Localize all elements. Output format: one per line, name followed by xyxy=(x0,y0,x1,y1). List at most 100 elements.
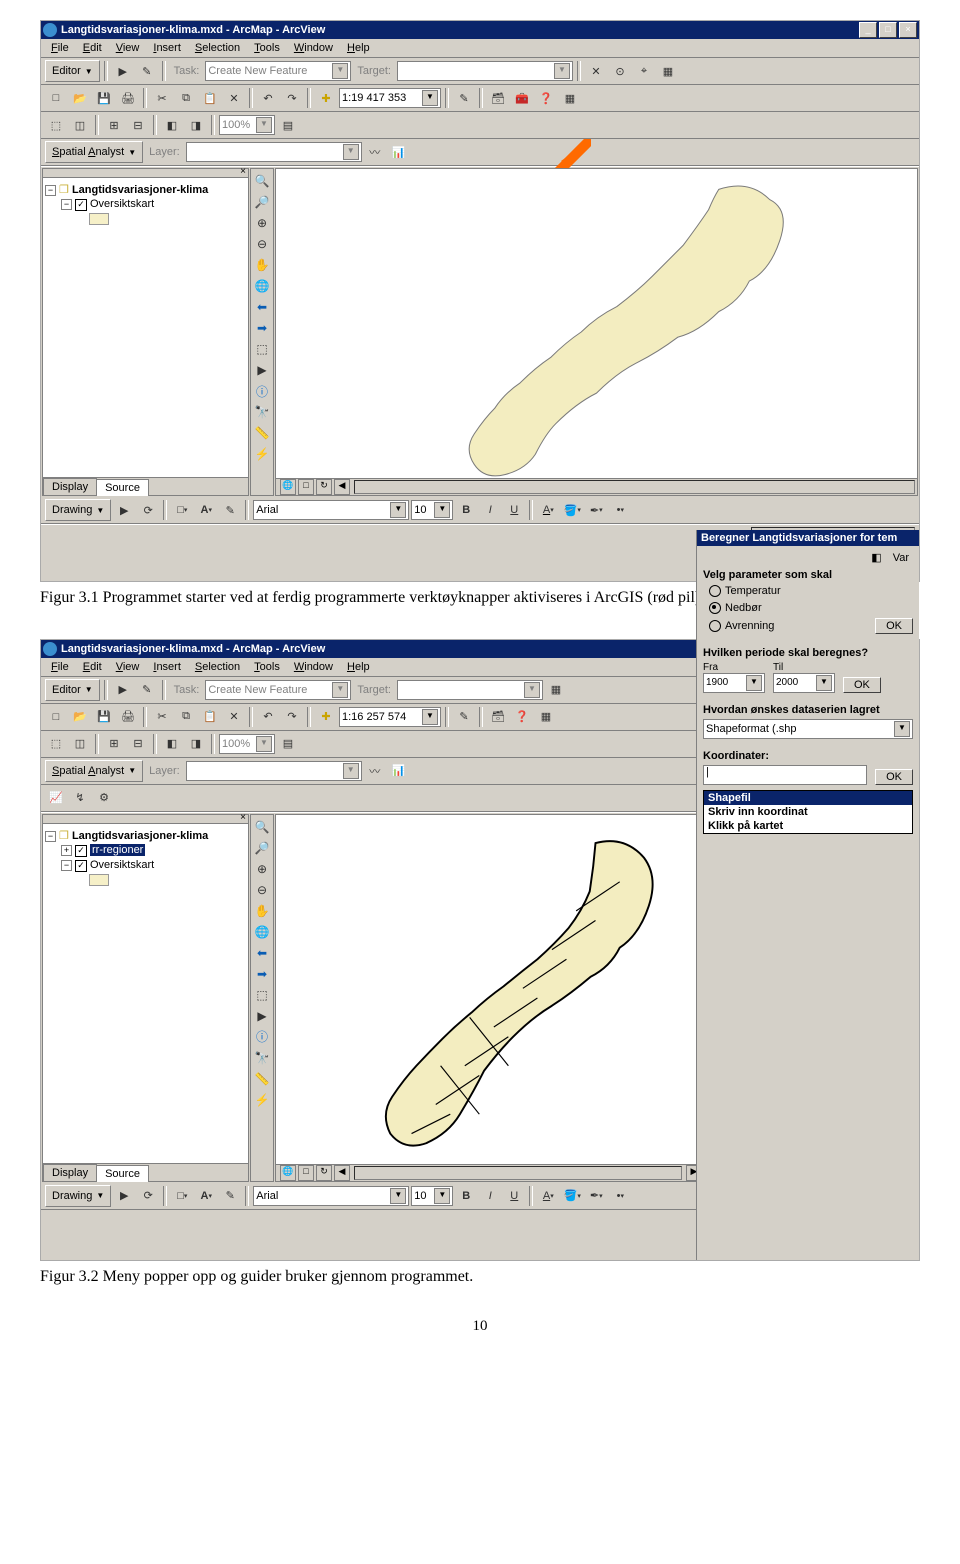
snap-icon[interactable]: ⌖ xyxy=(633,60,655,82)
save-icon[interactable]: 💾 xyxy=(93,87,115,109)
tree-collapse-icon[interactable]: − xyxy=(45,831,56,842)
measure-icon[interactable]: 📏 xyxy=(252,423,272,443)
bold-icon[interactable]: B xyxy=(455,499,477,521)
select-elements-icon[interactable]: ▶ xyxy=(252,1006,272,1026)
close-button[interactable]: × xyxy=(899,22,917,38)
find-icon[interactable]: 🔭 xyxy=(252,402,272,422)
editor-dropdown[interactable]: Editor▼ xyxy=(45,679,100,701)
map-view[interactable]: 🌐 □ ↻ ◀ ▶ xyxy=(275,814,703,1182)
h-scrollbar[interactable] xyxy=(354,480,915,494)
custom-tool2-icon[interactable]: ↯ xyxy=(69,787,91,809)
geo-btn5-icon[interactable]: ◧ xyxy=(161,733,183,755)
select-element-icon[interactable]: ▶ xyxy=(113,1185,135,1207)
new-icon[interactable]: □ xyxy=(45,87,67,109)
rotate-icon[interactable]: ⟳ xyxy=(137,1185,159,1207)
toggle-toc-icon[interactable]: ▤ xyxy=(277,733,299,755)
layer-checkbox[interactable]: ✓ xyxy=(75,199,87,211)
sa-tool2-icon[interactable]: 📊 xyxy=(388,760,410,782)
task-combo[interactable]: Create New Feature▼ xyxy=(205,680,351,700)
list-item-shapefil[interactable]: Shapefil xyxy=(704,791,912,805)
undo-icon[interactable]: ↶ xyxy=(257,706,279,728)
spatial-analyst-dropdown[interactable]: Spatial Analyst▼ xyxy=(45,760,143,782)
next-extent-icon[interactable]: ➡ xyxy=(252,318,272,338)
layout-view-icon[interactable]: □ xyxy=(298,479,314,495)
tree-collapse-icon[interactable]: − xyxy=(61,860,72,871)
hyperlink-icon[interactable]: ⚡ xyxy=(252,444,272,464)
layer-checkbox[interactable]: ✓ xyxy=(75,845,87,857)
geo-btn4-icon[interactable]: ⊟ xyxy=(127,114,149,136)
model-builder-icon[interactable]: ▦ xyxy=(559,87,581,109)
geo-btn1-icon[interactable]: ⬚ xyxy=(45,733,67,755)
menu-help[interactable]: Help xyxy=(341,660,376,674)
drawing-dropdown[interactable]: Drawing▼ xyxy=(45,499,111,521)
full-extent-icon[interactable]: 🌐 xyxy=(252,922,272,942)
tree-collapse-icon[interactable]: − xyxy=(45,185,56,196)
rectangle-icon[interactable]: □▾ xyxy=(171,499,193,521)
spatial-analyst-dropdown[interactable]: Spatial Analyst▼ xyxy=(45,141,143,163)
zoom-in-icon[interactable]: 🔍 xyxy=(252,171,272,191)
menu-insert[interactable]: Insert xyxy=(147,41,187,55)
sa-tool2-icon[interactable]: 📊 xyxy=(388,141,410,163)
menu-window[interactable]: Window xyxy=(288,41,339,55)
refresh-icon[interactable]: ↻ xyxy=(316,1165,332,1181)
map-view[interactable]: 🌐 □ ↻ ◀ xyxy=(275,168,918,496)
menu-file[interactable]: File xyxy=(45,41,75,55)
find-icon[interactable]: 🔭 xyxy=(252,1048,272,1068)
pause-drawing-icon[interactable]: ◀ xyxy=(334,479,350,495)
geo-btn5-icon[interactable]: ◧ xyxy=(161,114,183,136)
sa-tool1-icon[interactable]: 〰 xyxy=(364,760,386,782)
editor-toolbar-icon[interactable]: ✎ xyxy=(453,706,475,728)
target-combo[interactable]: ▼ xyxy=(397,61,573,81)
toc-layer-label[interactable]: Oversiktskart xyxy=(90,859,154,871)
scale-combo[interactable]: 1:19 417 353▼ xyxy=(339,88,441,108)
toggle-toc-icon[interactable]: ▤ xyxy=(277,114,299,136)
layer-combo[interactable]: ▼ xyxy=(186,761,362,781)
full-extent-icon[interactable]: 🌐 xyxy=(252,276,272,296)
font-size-combo[interactable]: 10▼ xyxy=(411,1186,453,1206)
drawing-dropdown[interactable]: Drawing▼ xyxy=(45,1185,111,1207)
italic-icon[interactable]: I xyxy=(479,499,501,521)
marker-color-icon[interactable]: •▾ xyxy=(609,499,631,521)
underline-icon[interactable]: U xyxy=(503,1185,525,1207)
fixed-zoom-in-icon[interactable]: ⊕ xyxy=(252,213,272,233)
edit-tool-arrow-icon[interactable]: ▶ xyxy=(112,679,134,701)
layer-checkbox[interactable]: ✓ xyxy=(75,860,87,872)
tab-source[interactable]: Source xyxy=(96,1165,149,1182)
line-color-icon[interactable]: ✒▾ xyxy=(585,1185,607,1207)
tree-collapse-icon[interactable]: − xyxy=(61,199,72,210)
target-combo[interactable]: ▼ xyxy=(397,680,543,700)
menu-window[interactable]: Window xyxy=(288,660,339,674)
dlg-btn1-icon[interactable]: ◧ xyxy=(867,552,885,564)
hyperlink-icon[interactable]: ⚡ xyxy=(252,1090,272,1110)
geo-btn2-icon[interactable]: ◫ xyxy=(69,114,91,136)
select-elements-icon[interactable]: ▶ xyxy=(252,360,272,380)
toc-close-icon[interactable]: × xyxy=(240,166,246,177)
font-color-icon[interactable]: A▾ xyxy=(537,1185,559,1207)
toc-layer-label[interactable]: Oversiktskart xyxy=(90,198,154,210)
undo-icon[interactable]: ↶ xyxy=(257,87,279,109)
print-icon[interactable]: 🖨 xyxy=(117,87,139,109)
fixed-zoom-out-icon[interactable]: ⊖ xyxy=(252,234,272,254)
tab-display[interactable]: Display xyxy=(43,478,97,495)
prev-extent-icon[interactable]: ⬅ xyxy=(252,943,272,963)
menu-view[interactable]: View xyxy=(110,660,146,674)
line-color-icon[interactable]: ✒▾ xyxy=(585,499,607,521)
zoom-in-icon[interactable]: 🔍 xyxy=(252,817,272,837)
zoom-out-icon[interactable]: 🔎 xyxy=(252,192,272,212)
data-view-icon[interactable]: 🌐 xyxy=(280,1165,296,1181)
identify-icon[interactable]: ⓘ xyxy=(252,1027,272,1047)
pan-icon[interactable]: ✋ xyxy=(252,901,272,921)
edit-tool-arrow-icon[interactable]: ▶ xyxy=(112,60,134,82)
geo-btn4-icon[interactable]: ⊟ xyxy=(127,733,149,755)
menu-file[interactable]: File xyxy=(45,660,75,674)
radio-avrenning[interactable]: Avrenning xyxy=(703,619,875,633)
rotate-icon[interactable]: ⟳ xyxy=(137,499,159,521)
geo-btn2-icon[interactable]: ◫ xyxy=(69,733,91,755)
format-combo[interactable]: Shapeformat (.shp▼ xyxy=(703,719,913,739)
menu-tools[interactable]: Tools xyxy=(248,41,286,55)
bold-icon[interactable]: B xyxy=(455,1185,477,1207)
custom-tool3-icon[interactable]: ⚙ xyxy=(93,787,115,809)
menu-edit[interactable]: Edit xyxy=(77,660,108,674)
fill-color-icon[interactable]: 🪣▾ xyxy=(561,1185,583,1207)
task-combo[interactable]: Create New Feature▼ xyxy=(205,61,351,81)
